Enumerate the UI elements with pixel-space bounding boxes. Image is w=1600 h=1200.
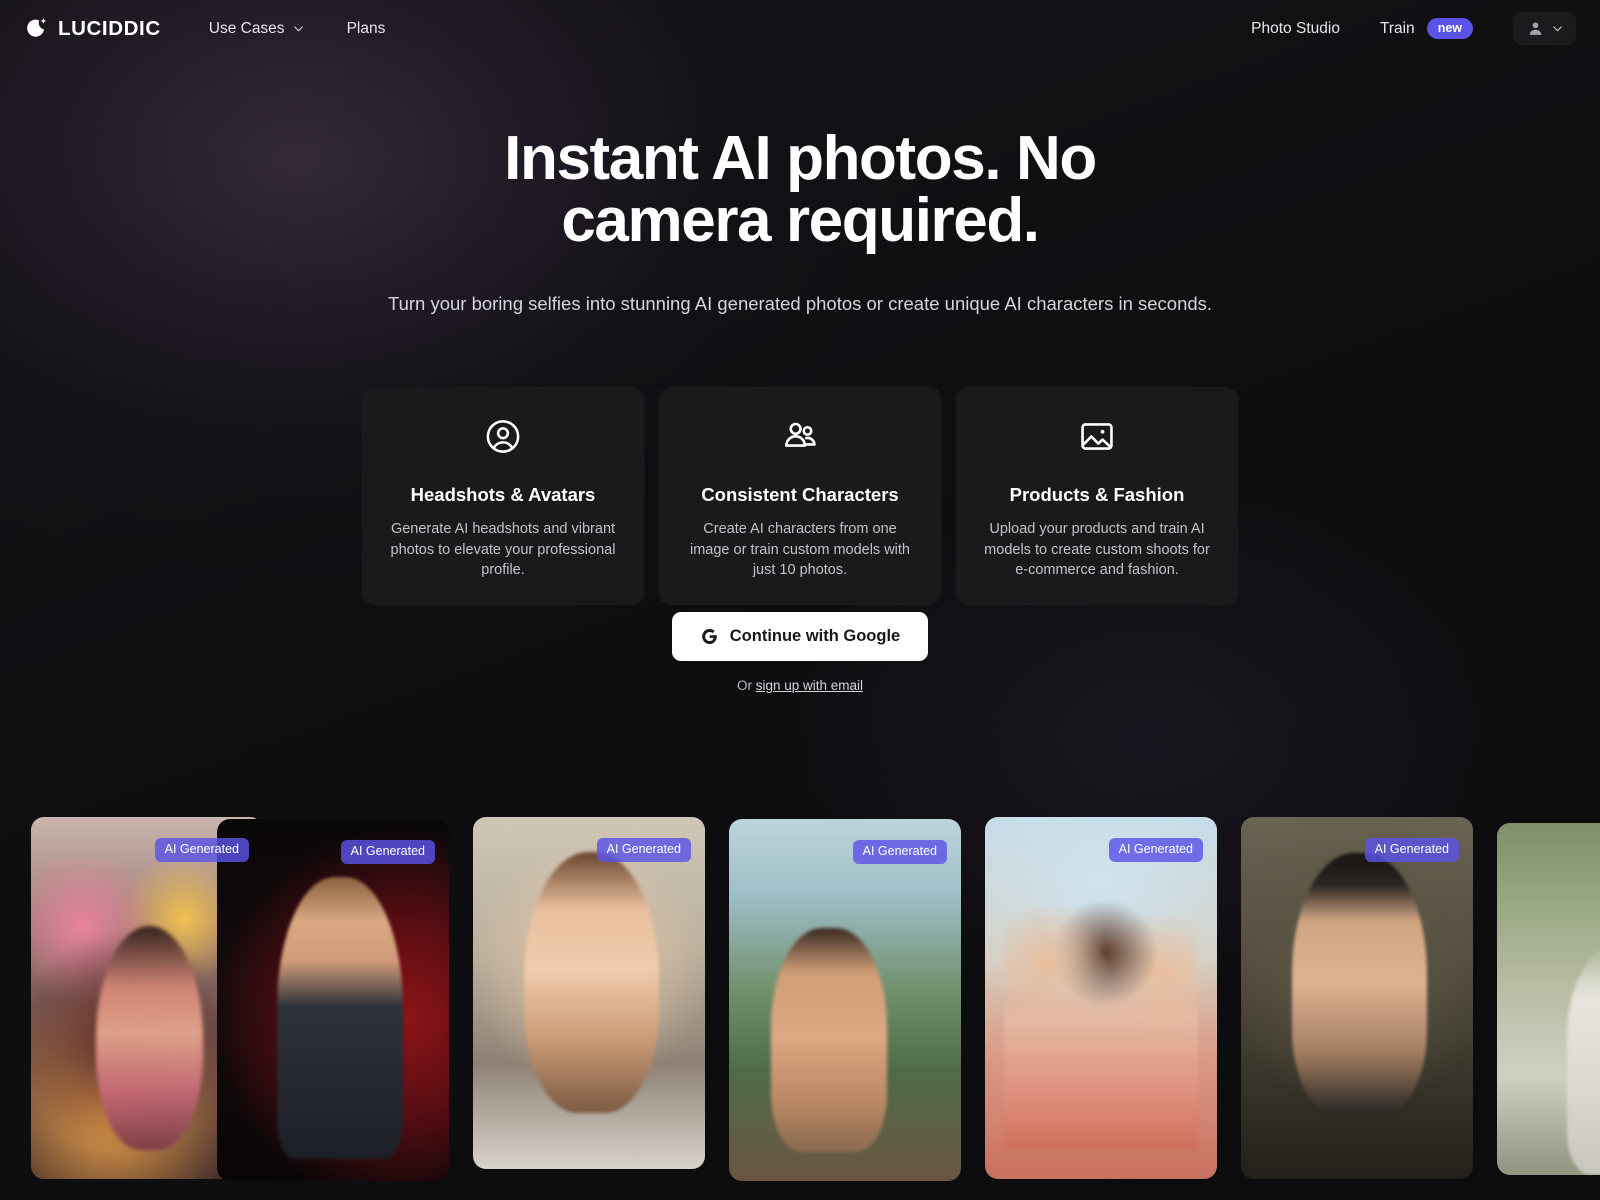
gallery-image [1497,823,1600,1175]
user-icon [1527,20,1544,37]
gallery-image [217,819,449,1181]
brand-logo[interactable]: LUCIDDIC [24,16,161,41]
gallery-item[interactable]: AI Generated [985,817,1217,1179]
ai-generated-badge: AI Generated [1364,838,1459,862]
gallery-item[interactable]: AI Generated [473,817,705,1169]
feature-card-description: Upload your products and train AI models… [984,521,1210,579]
nav-item-plans[interactable]: Plans [347,20,386,38]
ai-generated-badge: AI Generated [1108,838,1203,862]
crescent-moon-sparkle-icon [24,16,49,41]
page-title: Instant AI photos. No camera required. [504,124,1097,255]
feature-card-products-fashion[interactable]: Products & Fashion Upload your products … [955,387,1239,605]
account-menu-button[interactable] [1513,12,1576,45]
ai-generated-badge: AI Generated [852,840,947,864]
hero-section: Instant AI photos. No camera required. T… [0,128,1600,318]
nav-item-plans-label: Plans [346,19,386,37]
feature-card-title: Headshots & Avatars [410,484,596,505]
nav-item-use-cases-label: Use Cases [208,19,285,37]
continue-with-google-label: Continue with Google [729,627,901,645]
google-g-icon [700,627,719,646]
sign-up-with-email-link[interactable]: sign up with email [756,678,863,693]
chevron-down-icon [292,22,305,35]
email-signup-prefix: Or [736,678,756,693]
user-circle-icon [484,417,523,456]
chevron-down-icon [1551,22,1564,35]
image-icon [1078,417,1117,456]
gallery-item[interactable]: AI Generated [1241,817,1473,1179]
nav-item-photo-studio[interactable]: Photo Studio [1251,20,1340,38]
hero-subtitle: Turn your boring selfies into stunning A… [387,293,1213,314]
gallery-image [729,819,961,1181]
feature-card-list: Headshots & Avatars Generate AI headshot… [361,387,1239,605]
feature-card-description: Create AI characters from one image or t… [690,521,910,579]
auth-cta-section: Continue with Google Or sign up with ema… [0,612,1600,693]
gallery-image [473,817,705,1169]
feature-card-consistent-characters[interactable]: Consistent Characters Create AI characte… [658,387,942,605]
ai-generated-badge: AI Generated [340,840,435,864]
secondary-nav: Photo Studio Train new [1251,12,1576,45]
ai-photo-gallery[interactable]: AI Generated AI Generated AI Generated A… [0,795,1600,1200]
brand-name: LUCIDDIC [58,16,161,40]
ai-generated-badge: AI Generated [596,838,691,862]
nav-item-train[interactable]: Train new [1379,17,1473,40]
nav-item-photo-studio-label: Photo Studio [1251,19,1340,37]
continue-with-google-button[interactable]: Continue with Google [671,612,929,661]
nav-item-train-label: Train [1379,19,1415,37]
feature-card-description: Generate AI headshots and vibrant photos… [390,521,616,579]
new-badge: new [1426,17,1473,40]
gallery-image [985,817,1217,1179]
gallery-image [1241,817,1473,1179]
ai-generated-badge: AI Generated [154,838,249,862]
gallery-item[interactable]: AI Generated [729,819,961,1181]
gallery-item[interactable]: AI Generated [217,819,449,1181]
feature-card-headshots-avatars[interactable]: Headshots & Avatars Generate AI headshot… [361,387,645,605]
gallery-item[interactable] [1497,823,1600,1175]
page-root: LUCIDDIC Use Cases Plans Photo Studio Tr… [0,0,1600,1200]
primary-nav: Use Cases Plans [209,20,386,38]
users-group-icon [781,417,820,456]
email-signup-row: Or sign up with email [0,678,1600,693]
site-header: LUCIDDIC Use Cases Plans Photo Studio Tr… [0,0,1600,57]
nav-item-use-cases[interactable]: Use Cases [209,20,305,38]
feature-card-title: Products & Fashion [1009,484,1185,505]
feature-card-title: Consistent Characters [701,484,899,505]
